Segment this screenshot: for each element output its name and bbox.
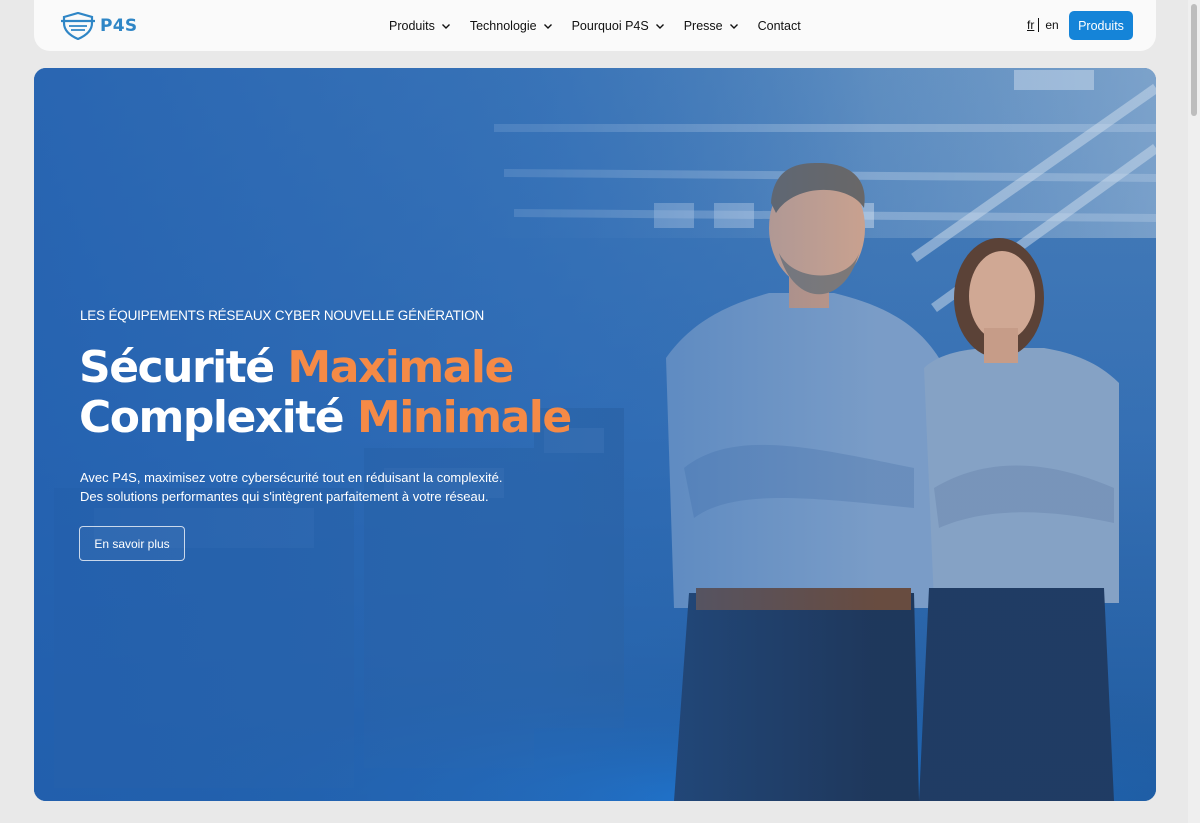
nav-item-contact[interactable]: Contact xyxy=(758,19,801,33)
chevron-down-icon xyxy=(543,23,552,29)
brand-name: P4S xyxy=(100,16,138,36)
headline-line-1: Sécurité Maximale xyxy=(79,342,514,393)
brand-logo[interactable]: P4S xyxy=(60,11,137,41)
products-cta-button[interactable]: Produits xyxy=(1069,11,1133,40)
nav-item-label: Produits xyxy=(389,18,435,33)
hero-headline: Sécurité Maximale Complexité Minimale xyxy=(79,342,572,443)
nav-item-presse[interactable]: Presse xyxy=(684,19,739,33)
nav-item-label: Pourquoi P4S xyxy=(571,18,649,33)
headline-word: Complexité xyxy=(79,392,345,443)
nav-item-label: Contact xyxy=(757,18,801,33)
description-line: Avec P4S, maximisez votre cybersécurité … xyxy=(80,470,503,485)
shield-logo-icon xyxy=(61,12,95,40)
description-line: Des solutions performantes qui s'intègre… xyxy=(80,489,489,504)
lang-divider xyxy=(1038,18,1040,32)
chevron-down-icon xyxy=(729,23,738,29)
page-scrollbar[interactable] xyxy=(1188,0,1200,823)
nav-item-technologie[interactable]: Technologie xyxy=(470,19,553,33)
hero-eyebrow: LES ÉQUIPEMENTS RÉSEAUX CYBER NOUVELLE G… xyxy=(80,308,485,323)
headline-line-2: Complexité Minimale xyxy=(79,392,572,443)
main-nav: Produits Technologie Pourquoi P4S Presse… xyxy=(389,0,801,51)
site-header: P4S Produits Technologie Pourquoi P4S Pr… xyxy=(34,0,1156,51)
hero-description: Avec P4S, maximisez votre cybersécurité … xyxy=(80,468,540,506)
headline-word: Sécurité xyxy=(79,342,275,393)
nav-item-produits[interactable]: Produits xyxy=(389,19,451,33)
lang-fr-link[interactable]: fr xyxy=(1027,18,1034,32)
headline-accent-word: Maximale xyxy=(287,342,514,393)
hero-section: LES ÉQUIPEMENTS RÉSEAUX CYBER NOUVELLE G… xyxy=(34,68,1156,801)
language-switcher: fr en xyxy=(1027,18,1059,32)
nav-item-label: Presse xyxy=(683,18,723,33)
nav-item-label: Technologie xyxy=(469,18,537,33)
headline-accent-word: Minimale xyxy=(356,392,572,443)
chevron-down-icon xyxy=(655,23,664,29)
learn-more-button[interactable]: En savoir plus xyxy=(79,526,185,561)
nav-item-pourquoi-p4s[interactable]: Pourquoi P4S xyxy=(572,19,665,33)
scrollbar-thumb[interactable] xyxy=(1191,4,1197,116)
lang-en-link[interactable]: en xyxy=(1045,18,1058,32)
chevron-down-icon xyxy=(441,23,450,29)
